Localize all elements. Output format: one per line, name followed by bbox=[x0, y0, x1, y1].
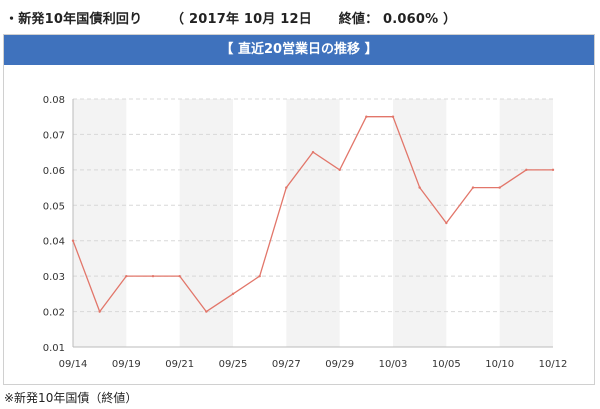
data-point bbox=[98, 310, 101, 313]
data-point bbox=[151, 274, 155, 278]
y-tick-label: 0.07 bbox=[43, 130, 65, 141]
data-point bbox=[205, 310, 208, 313]
data-point bbox=[231, 292, 235, 296]
y-tick-label: 0.03 bbox=[43, 272, 65, 283]
panel-title-bar: 【 直近20営業日の推移 】 bbox=[4, 35, 594, 65]
data-point bbox=[418, 186, 421, 189]
x-tick-label: 09/25 bbox=[219, 359, 248, 370]
y-tick-label: 0.02 bbox=[43, 308, 65, 319]
data-point bbox=[525, 168, 528, 172]
x-tick-label: 10/10 bbox=[485, 359, 514, 370]
headline-title: ・新発10年国債利回り bbox=[5, 12, 143, 27]
data-point bbox=[125, 274, 128, 278]
headline: ・新発10年国債利回り （ 2017年 10月 12日 終値： 0.060% ） bbox=[5, 8, 595, 28]
data-point bbox=[498, 186, 501, 189]
x-tick-label: 09/29 bbox=[325, 359, 354, 370]
data-point bbox=[551, 168, 555, 172]
data-point bbox=[178, 274, 181, 278]
data-point bbox=[71, 239, 75, 242]
y-tick-label: 0.06 bbox=[43, 166, 65, 177]
x-tick-label: 09/21 bbox=[165, 359, 194, 370]
data-point bbox=[445, 221, 448, 225]
x-tick-label: 10/12 bbox=[539, 359, 568, 370]
data-point bbox=[258, 274, 261, 278]
y-tick-label: 0.08 bbox=[43, 95, 65, 106]
y-tick-label: 0.05 bbox=[43, 201, 65, 212]
chart-panel: 【 直近20営業日の推移 】 0.01 0.02 0.03 0.04 0.05 0.06 0… bbox=[3, 34, 595, 385]
data-point bbox=[311, 150, 315, 154]
headline-date: （ 2017年 10月 12日 bbox=[171, 12, 312, 27]
data-point bbox=[471, 186, 475, 189]
x-tick-label: 09/19 bbox=[112, 359, 141, 370]
grid-band-1 bbox=[179, 99, 233, 347]
line-chart: 0.01 0.02 0.03 0.04 0.05 0.06 0.07 0.08 09/14 09/… bbox=[43, 95, 568, 370]
headline-close-value: 終値： 0.060% ） bbox=[338, 12, 457, 27]
x-tick-label: 10/05 bbox=[432, 359, 461, 370]
y-tick-label: 0.01 bbox=[43, 343, 65, 354]
data-point bbox=[338, 168, 341, 172]
grid-band-2 bbox=[286, 99, 340, 347]
data-point bbox=[391, 115, 395, 118]
data-point bbox=[285, 186, 288, 189]
y-tick-label: 0.04 bbox=[43, 237, 65, 248]
grid-band-4 bbox=[499, 99, 553, 347]
data-point bbox=[365, 115, 368, 118]
x-tick-label: 09/27 bbox=[272, 359, 301, 370]
footnote: ※新発10年国債（終値） bbox=[4, 391, 138, 405]
x-tick-label: 09/14 bbox=[59, 359, 88, 370]
x-tick-label: 10/03 bbox=[379, 359, 408, 370]
